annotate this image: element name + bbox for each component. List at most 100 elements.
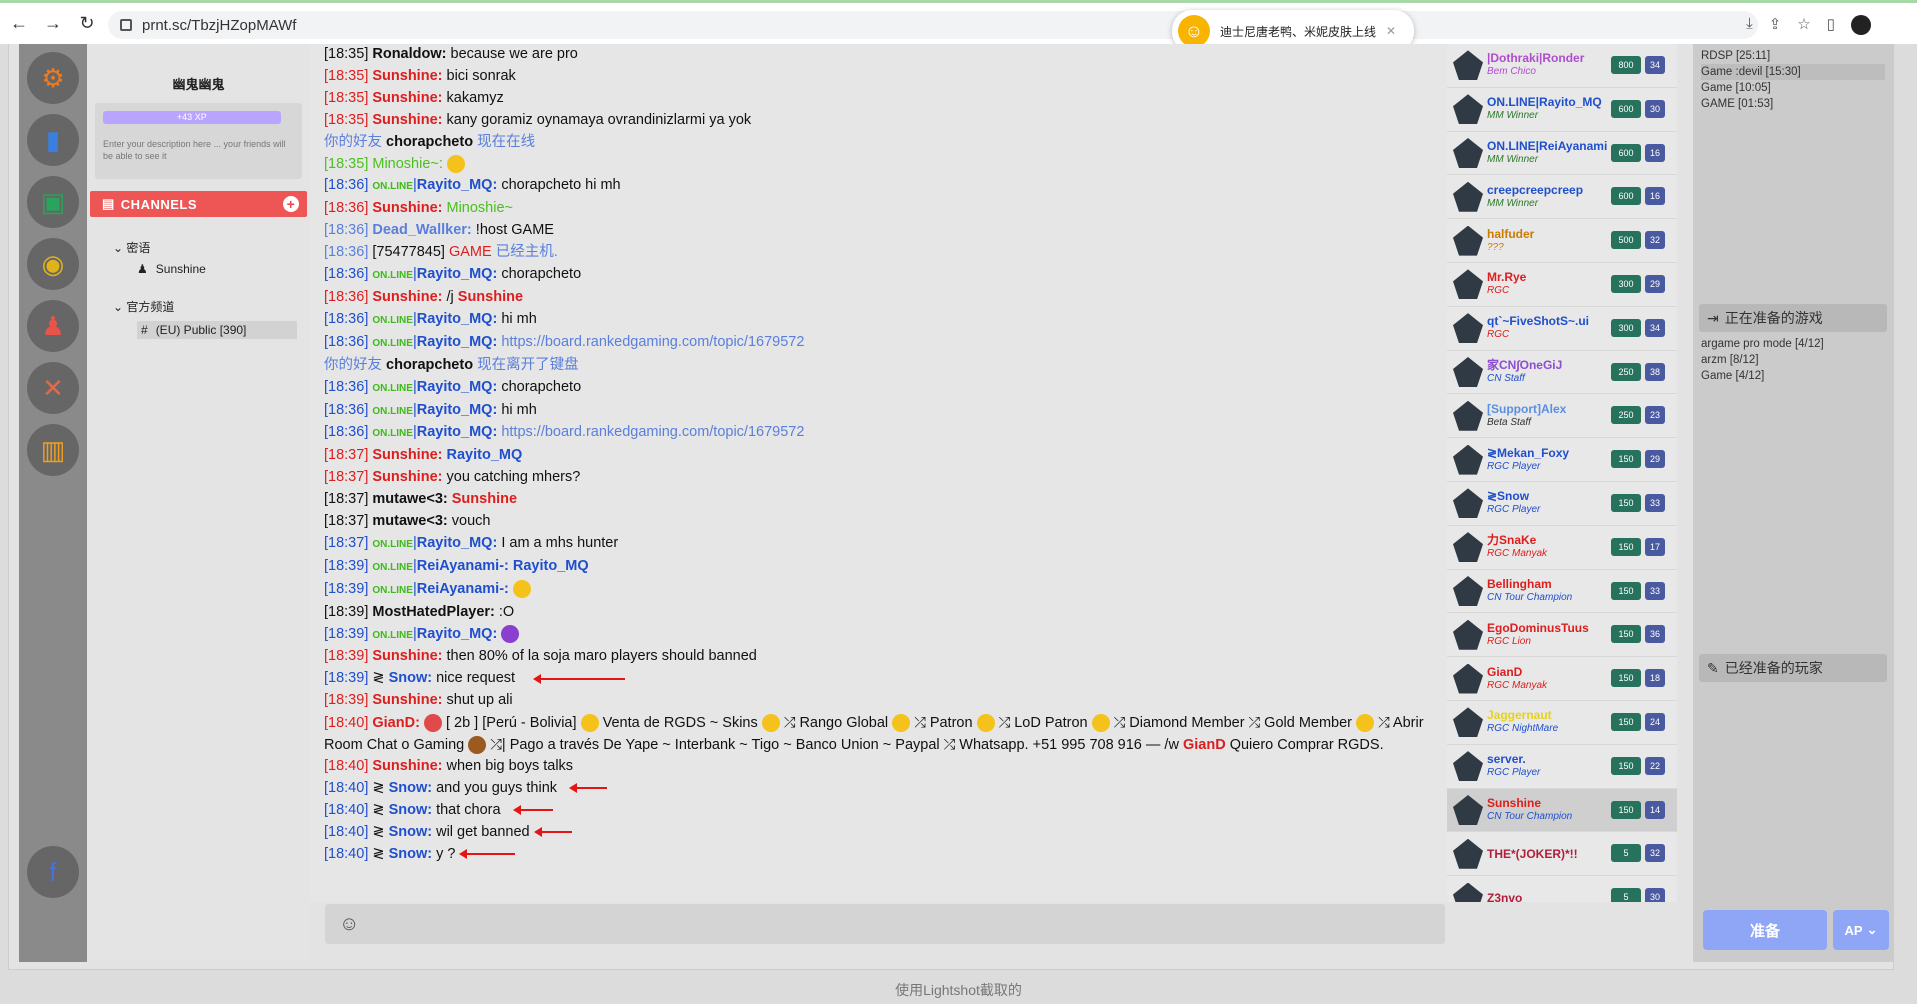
player-row[interactable]: ≷Mekan_Foxy RGC Player 150 29 bbox=[1447, 438, 1677, 482]
player-row[interactable]: ≷Snow RGC Player 150 33 bbox=[1447, 482, 1677, 526]
points-badge: 800 bbox=[1611, 56, 1641, 74]
player-row[interactable]: ON.LINE|Rayito_MQ MM Winner 600 30 bbox=[1447, 88, 1677, 132]
friends-icon[interactable]: ♟ bbox=[27, 300, 79, 352]
player-row[interactable]: ON.LINE|ReiAyanami MM Winner 600 16 bbox=[1447, 132, 1677, 176]
rank-emblem-icon bbox=[1453, 225, 1483, 256]
player-row[interactable]: Jaggernaut RGC NightMare 150 24 bbox=[1447, 701, 1677, 745]
player-row[interactable]: THE*(JOKER)*!! 5 32 bbox=[1447, 832, 1677, 877]
player-row[interactable]: 家CN∫OneGiJ CN Staff 250 38 bbox=[1447, 351, 1677, 395]
player-name: server. bbox=[1487, 752, 1526, 767]
channel-group-whisper[interactable]: ⌄ 密语 bbox=[113, 239, 310, 256]
game-item[interactable]: RDSP [25:11] bbox=[1701, 48, 1885, 64]
player-rank: CN Tour Champion bbox=[1487, 810, 1573, 822]
group-label: 官方频道 bbox=[126, 300, 175, 314]
player-info: THE*(JOKER)*!! bbox=[1487, 847, 1578, 861]
player-row[interactable]: [Support]Alex Beta Staff 250 23 bbox=[1447, 394, 1677, 439]
smile-emoji-icon bbox=[446, 154, 465, 173]
player-row[interactable]: 力SnaKe RGC Manyak 150 17 bbox=[1447, 526, 1677, 570]
message-link[interactable]: https://board.rankedgaming.com/topic/167… bbox=[501, 424, 804, 440]
ready-players-header: ✎ 已经准备的玩家 bbox=[1699, 654, 1887, 682]
player-name: [Support]Alex bbox=[1487, 401, 1567, 416]
game-item[interactable]: argame pro mode [4/12] bbox=[1701, 336, 1885, 352]
games-panel: RDSP [25:11] Game :devil [15:30] Game [1… bbox=[1693, 44, 1893, 962]
rank-emblem-icon bbox=[1453, 838, 1483, 869]
ready-button[interactable]: 准备 bbox=[1703, 910, 1827, 950]
player-row[interactable]: Bellingham CN Tour Champion 150 33 bbox=[1447, 570, 1677, 614]
profile-avatar[interactable] bbox=[1851, 15, 1871, 35]
sidepanel-icon[interactable]: ▯ bbox=[1827, 15, 1835, 35]
chat-log[interactable]: [18:35] Ronaldow: because we are pro [18:… bbox=[310, 44, 1460, 902]
player-row[interactable]: qt`~FiveShotS~.ui RGC 300 34 bbox=[1447, 307, 1677, 351]
browser-actions: ⤓ ⇪ ☆ ▯ bbox=[1746, 15, 1871, 35]
points-badge: 250 bbox=[1611, 406, 1641, 425]
player-info: ON.LINE|Rayito_MQ MM Winner bbox=[1487, 95, 1602, 123]
player-info: Mr.Rye RGC bbox=[1487, 270, 1526, 298]
close-icon[interactable]: ✕ bbox=[1386, 24, 1396, 38]
chat-input[interactable]: ☺ bbox=[325, 904, 1445, 944]
level-badge: 34 bbox=[1645, 318, 1665, 337]
player-list[interactable]: |Dothraki|Ronder Bem Chico 800 34 ON.LIN… bbox=[1447, 44, 1677, 902]
replay-screen-icon[interactable]: ▣ bbox=[27, 176, 79, 228]
add-channel-button[interactable]: + bbox=[283, 196, 299, 212]
player-rank: CN Tour Champion bbox=[1487, 591, 1573, 603]
level-badge: 32 bbox=[1645, 844, 1665, 863]
player-row[interactable]: server. RGC Player 150 22 bbox=[1447, 745, 1677, 789]
rank-emblem-icon bbox=[1453, 313, 1483, 344]
ap-mode-button[interactable]: AP ⌄ bbox=[1833, 910, 1889, 950]
rank-emblem-icon bbox=[1453, 663, 1483, 694]
level-badge: 33 bbox=[1645, 493, 1665, 512]
rank-emblem-icon bbox=[1453, 575, 1483, 606]
bag-emoji-icon bbox=[468, 736, 487, 755]
crown-emoji-icon bbox=[976, 714, 995, 733]
chat-message: [18:39] Sunshine: shut up ali bbox=[324, 692, 513, 709]
points-badge: 500 bbox=[1611, 231, 1641, 250]
chat-message: [18:36] ON.LINE|Rayito_MQ: chorapcheto bbox=[324, 266, 582, 283]
settings-gear-icon[interactable]: ⚙ bbox=[27, 52, 79, 104]
crown-emoji-icon bbox=[1091, 714, 1110, 733]
player-row[interactable]: halfuder ??? 500 32 bbox=[1447, 219, 1677, 263]
description-text[interactable]: Enter your description here ... your fri… bbox=[103, 138, 294, 162]
ranking-chart-icon[interactable]: ▥ bbox=[27, 424, 79, 476]
game-item[interactable]: Game [10:05] bbox=[1701, 80, 1885, 96]
share-icon[interactable]: ⇪ bbox=[1769, 15, 1782, 35]
player-row[interactable]: EgoDominusTuus RGC Lion 150 36 bbox=[1447, 613, 1677, 658]
install-icon[interactable]: ⤓ bbox=[1746, 15, 1753, 35]
facebook-icon[interactable]: f bbox=[27, 846, 79, 898]
player-row[interactable]: |Dothraki|Ronder Bem Chico 800 34 bbox=[1447, 44, 1677, 88]
player-row[interactable]: GianD RGC Manyak 150 18 bbox=[1447, 657, 1677, 701]
swords-icon[interactable]: ✕ bbox=[27, 362, 79, 414]
game-item[interactable]: Game [4/12] bbox=[1701, 368, 1885, 384]
game-item[interactable]: arzm [8/12] bbox=[1701, 352, 1885, 368]
emoji-picker-icon[interactable]: ☺ bbox=[339, 913, 359, 936]
ap-label: AP bbox=[1844, 922, 1863, 938]
player-rank: RGC Player bbox=[1487, 504, 1541, 516]
forward-icon[interactable]: → bbox=[38, 9, 68, 39]
level-badge: 14 bbox=[1645, 800, 1665, 819]
coins-icon[interactable]: ◉ bbox=[27, 238, 79, 290]
chat-lines: [18:35] Ronaldow: because we are pro [18:… bbox=[324, 44, 1460, 132]
player-row[interactable]: Mr.Rye RGC 300 29 bbox=[1447, 263, 1677, 307]
bookmark-star-icon[interactable]: ☆ bbox=[1797, 15, 1810, 35]
points-badge: 250 bbox=[1611, 362, 1641, 381]
points-badge: 150 bbox=[1611, 712, 1641, 731]
reload-icon[interactable]: ↻ bbox=[72, 9, 102, 39]
points-badge: 300 bbox=[1611, 274, 1641, 293]
back-icon[interactable]: ← bbox=[4, 9, 34, 39]
channel-item-sunshine[interactable]: ♟ Sunshine bbox=[137, 262, 310, 276]
player-row[interactable]: Sunshine CN Tour Champion 150 14 bbox=[1447, 788, 1677, 833]
player-row[interactable]: creepcreepcreep MM Winner 600 16 bbox=[1447, 175, 1677, 220]
game-item[interactable]: Game :devil [15:30] bbox=[1701, 64, 1885, 80]
chevron-down-icon: ⌄ bbox=[1866, 922, 1878, 937]
stats-bar-icon[interactable]: ▮ bbox=[27, 114, 79, 166]
channel-group-official[interactable]: ⌄ 官方频道 bbox=[113, 298, 310, 315]
player-name: ON.LINE|Rayito_MQ bbox=[1487, 95, 1602, 110]
red-arrow-annotation bbox=[569, 783, 608, 794]
message-link[interactable]: https://board.rankedgaming.com/topic/167… bbox=[501, 334, 804, 350]
points-badge: 5 bbox=[1611, 888, 1641, 902]
channel-item-eu-public[interactable]: # (EU) Public [390] bbox=[137, 321, 297, 339]
lock-icon bbox=[120, 19, 132, 31]
player-row[interactable]: Z3nvo 5 30 bbox=[1447, 876, 1677, 902]
game-item[interactable]: GAME [01:53] bbox=[1701, 96, 1885, 112]
player-rank: ??? bbox=[1487, 241, 1504, 253]
address-bar[interactable]: prnt.sc/TbzjHZopMAWf bbox=[108, 11, 1758, 39]
